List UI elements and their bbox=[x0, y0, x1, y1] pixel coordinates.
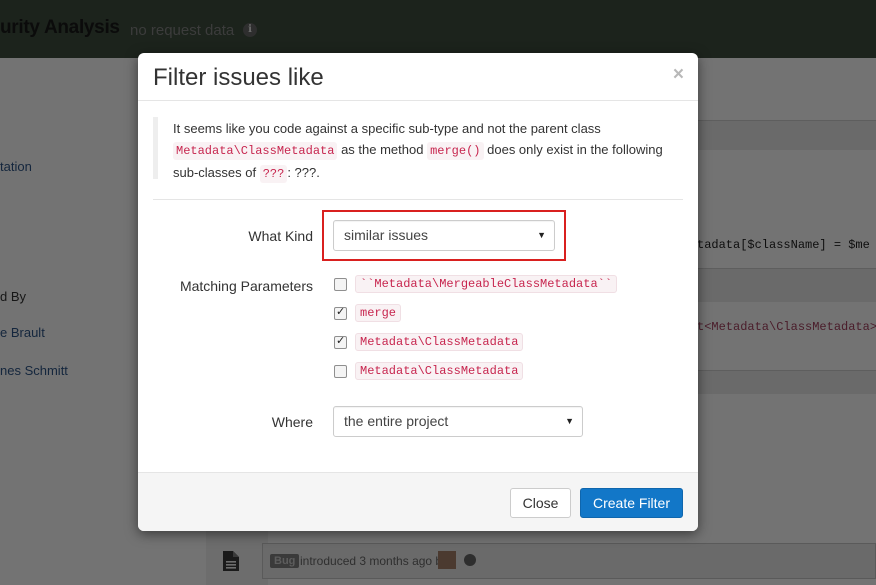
where-value: the entire project bbox=[344, 413, 449, 429]
code-panel-header bbox=[697, 120, 876, 150]
introduced-by-label: d By bbox=[0, 289, 27, 304]
dialog-title: Filter issues like bbox=[153, 64, 324, 91]
filter-dialog: Filter issues like × It seems like you c… bbox=[138, 53, 698, 531]
caret-down-icon: ▼ bbox=[537, 230, 546, 240]
issue-description: It seems like you code against a specifi… bbox=[153, 117, 683, 183]
code-line: tadata[$className] = $me bbox=[697, 238, 870, 252]
sidebar-link-documentation[interactable]: tation bbox=[0, 159, 32, 174]
parameter-checkbox[interactable] bbox=[334, 305, 347, 320]
parameter-checkbox[interactable] bbox=[334, 334, 347, 349]
request-data-status: no request data bbox=[130, 22, 235, 39]
parameter-checkbox[interactable] bbox=[334, 365, 347, 378]
code-panel-row bbox=[697, 268, 876, 302]
info-icon[interactable] bbox=[464, 554, 476, 566]
code-line-highlight: t<Metadata\ClassMetadata> bbox=[697, 320, 876, 334]
bug-badge: Bug bbox=[270, 554, 300, 568]
parameter-label: merge bbox=[355, 304, 402, 322]
app-title: urity Analysis bbox=[0, 17, 120, 38]
avatar[interactable] bbox=[438, 551, 456, 569]
document-icon bbox=[223, 551, 239, 571]
code-panel-row bbox=[697, 370, 876, 394]
introduced-text: introduced 3 months ago by bbox=[300, 554, 449, 568]
author-link-brault[interactable]: e Brault bbox=[0, 325, 45, 340]
parameter-label: Metadata\ClassMetadata bbox=[355, 333, 524, 351]
description-text: as the method bbox=[341, 142, 424, 157]
class-code: Metadata\ClassMetadata bbox=[173, 142, 338, 160]
matching-parameters-label: Matching Parameters bbox=[179, 278, 313, 294]
description-text: It seems like you code against a specifi… bbox=[173, 121, 601, 136]
what-kind-select[interactable]: similar issues ▼ bbox=[333, 220, 555, 251]
info-icon[interactable]: i bbox=[243, 23, 257, 37]
close-button[interactable]: Close bbox=[510, 488, 571, 518]
create-filter-button[interactable]: Create Filter bbox=[580, 488, 683, 518]
close-icon[interactable]: × bbox=[673, 65, 684, 84]
author-link-schmitt[interactable]: nes Schmitt bbox=[0, 363, 68, 378]
caret-down-icon: ▼ bbox=[565, 416, 574, 426]
parameter-label: ``Metadata\MergeableClassMetadata`` bbox=[355, 275, 618, 293]
what-kind-value: similar issues bbox=[344, 227, 429, 243]
what-kind-label: What Kind bbox=[248, 228, 313, 244]
where-label: Where bbox=[271, 414, 313, 430]
subclass-code: ??? bbox=[259, 165, 288, 183]
where-select[interactable]: the entire project ▼ bbox=[333, 406, 583, 437]
divider bbox=[153, 199, 683, 200]
dialog-footer: Close Create Filter bbox=[138, 472, 698, 531]
description-text: : ???. bbox=[287, 165, 320, 180]
method-code: merge() bbox=[427, 142, 484, 160]
parameter-label: Metadata\ClassMetadata bbox=[355, 362, 524, 380]
dialog-header: Filter issues like × bbox=[138, 53, 698, 101]
parameter-checkbox[interactable] bbox=[334, 278, 347, 291]
